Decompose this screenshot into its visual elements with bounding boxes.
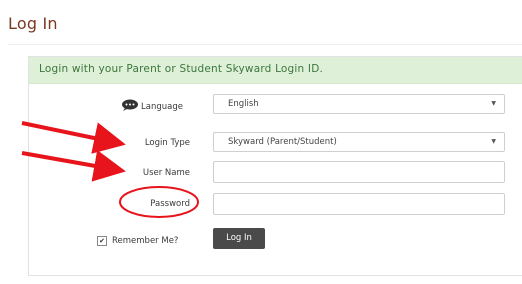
annotation-arrow-login-type bbox=[21, 121, 126, 154]
annotation-arrow-username bbox=[21, 150, 126, 182]
annotation-circle-password bbox=[119, 186, 199, 218]
login-page: Log In Login with your Parent or Student… bbox=[0, 0, 522, 284]
annotation-overlay bbox=[21, 121, 199, 218]
